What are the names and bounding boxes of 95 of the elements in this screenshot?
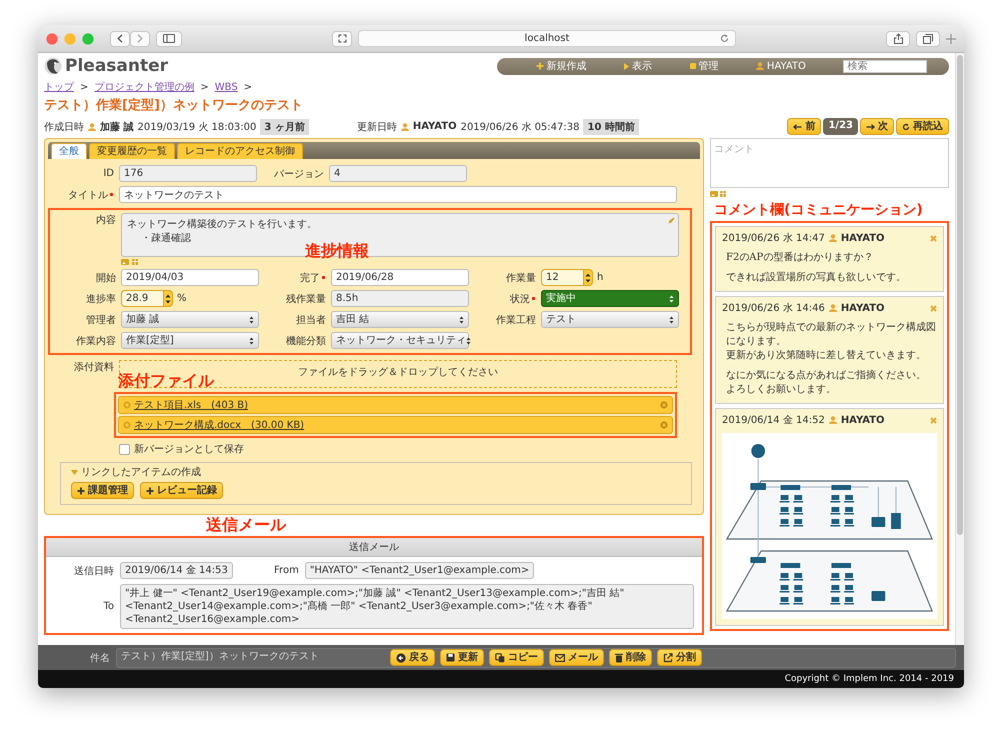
breadcrumb-separator: > xyxy=(244,82,252,92)
search-field[interactable]: 検索 xyxy=(843,60,928,72)
field-label: 担当者 xyxy=(296,314,326,326)
comment-author: HAYATO xyxy=(840,302,885,314)
action-button[interactable]: 更新 xyxy=(440,649,484,666)
comment-text: よろしくお願いします。 xyxy=(726,383,837,397)
breadcrumb-link[interactable]: プロジェクト管理の例 xyxy=(94,80,194,94)
field-label: 進捗率 xyxy=(86,292,116,306)
tab[interactable]: 変更履歴の一覧 xyxy=(89,143,175,159)
timestamp: 2019/03/19 火 18:03:00 xyxy=(137,120,256,134)
comment-text: できれば設置場所の写真も欲しいです。 xyxy=(726,271,907,285)
menu-item[interactable]: 表示 xyxy=(624,59,652,73)
annotation-label: 進捗情報 xyxy=(305,242,369,260)
field-label: 機能分類 xyxy=(286,334,326,348)
comment-date: 2019/06/14 金 14:52 xyxy=(722,414,825,427)
field-label: 完了 xyxy=(300,272,320,284)
create-button[interactable]: レビュー記録 xyxy=(140,482,223,499)
panel-header: 送信メール xyxy=(46,538,702,557)
drop-hint: ファイルをドラッグ＆ドロップしてください xyxy=(298,366,498,380)
next-button[interactable]: 次 xyxy=(860,118,894,135)
dropdown[interactable]: ネットワーク・セキュリティ xyxy=(331,332,469,349)
field-label: 開始 xyxy=(96,272,116,284)
field-label: 管理者 xyxy=(86,314,116,326)
dropdown[interactable]: テスト xyxy=(541,311,679,328)
field-label: 送信日時 xyxy=(74,564,114,578)
field-label: From xyxy=(274,565,299,576)
breadcrumb-separator: > xyxy=(200,82,209,92)
reload-button[interactable]: 再読込 xyxy=(896,118,949,135)
action-button[interactable]: コピー xyxy=(489,649,544,666)
dropdown[interactable]: 実施中 xyxy=(541,290,679,307)
record-title: テスト）作業[定型]）ネットワークのテスト xyxy=(44,96,304,114)
elapsed-time: 10 時間前 xyxy=(583,118,639,134)
field-label: 残作業量 xyxy=(286,292,326,306)
action-button[interactable]: 戻る xyxy=(390,649,435,666)
field-label: 作業量 xyxy=(506,272,536,284)
author-name: HAYATO xyxy=(412,121,457,132)
field-label: 作業工程 xyxy=(496,314,536,326)
previous-button[interactable]: 前 xyxy=(787,118,822,135)
field-label: バージョン xyxy=(274,168,324,180)
menu-item[interactable]: HAYATO xyxy=(756,60,806,72)
comment-date: 2019/06/26 水 14:47 xyxy=(722,232,825,245)
field-label: 添付資料 xyxy=(74,360,114,374)
annotation-label: 添付ファイル xyxy=(118,372,214,390)
file-link[interactable]: テスト項目.xls (403 B) xyxy=(134,398,248,412)
logo-text: Pleasanter xyxy=(65,56,168,76)
info-label: 更新日時 xyxy=(356,120,397,134)
comment-text: 更新があり次第随時に差し替えていきます。 xyxy=(726,349,927,363)
checkbox-label: 新バージョンとして保存 xyxy=(134,442,244,456)
comment-text: なにか気になる点があればご指摘ください。 xyxy=(726,369,927,383)
breadcrumb-link[interactable]: トップ xyxy=(44,80,74,94)
breadcrumb-link[interactable]: WBS xyxy=(214,82,238,92)
action-button[interactable]: メール xyxy=(549,649,604,666)
field-label: To xyxy=(103,601,114,612)
comment-author: HAYATO xyxy=(840,232,885,244)
field-label: 件名 xyxy=(89,652,110,664)
comment-author: HAYATO xyxy=(840,414,885,426)
comment-text: F2のAPの型番はわかりますか？ xyxy=(726,251,874,265)
comment-date: 2019/06/26 水 14:46 xyxy=(722,302,825,315)
dropdown[interactable]: 作業[定型] xyxy=(121,332,259,349)
copyright-text: Copyright © Implem Inc. 2014 - 2019 xyxy=(38,670,964,688)
author-name: 加藤 誠 xyxy=(100,120,134,134)
unit-label: h xyxy=(597,272,604,283)
menu-item[interactable]: 管理 xyxy=(690,59,719,73)
file-link[interactable]: ネットワーク構成.docx (30.00 KB) xyxy=(134,418,304,432)
address-bar[interactable]: localhost xyxy=(358,30,736,47)
tab[interactable]: レコードのアクセス制御 xyxy=(177,143,303,159)
create-button[interactable]: 課題管理 xyxy=(71,482,134,499)
unit-label: % xyxy=(177,293,187,304)
field-label: 内容 xyxy=(96,214,116,227)
dropdown[interactable]: 吉田 結 xyxy=(331,311,469,328)
breadcrumb-separator: > xyxy=(80,82,88,92)
comment-field[interactable]: コメント xyxy=(710,138,949,188)
annotation-label: コメント欄(コミュニケーション) xyxy=(714,201,923,219)
page-counter: 1/23 xyxy=(823,118,858,135)
action-button[interactable]: 削除 xyxy=(609,649,652,666)
timestamp: 2019/06/26 水 05:47:38 xyxy=(460,120,580,134)
annotation-label: 送信メール xyxy=(206,516,286,534)
text-field[interactable]: 2019/06/28 xyxy=(331,269,469,286)
menu-item[interactable]: 新規作成 xyxy=(536,59,587,73)
tab[interactable]: 全般 xyxy=(51,143,87,159)
field-label: 作業内容 xyxy=(76,334,116,348)
number-field[interactable]: 28.9 xyxy=(121,290,163,307)
field-label: ID xyxy=(103,168,114,179)
url-text: localhost xyxy=(524,33,570,44)
group-title: リンクしたアイテムの作成 xyxy=(81,466,201,479)
text-field[interactable]: 2019/04/03 xyxy=(121,269,259,286)
comment-text: こちらが現時点での最新のネットワーク構成図になります。 xyxy=(726,321,937,349)
number-field[interactable]: 12 xyxy=(541,269,583,286)
dropdown[interactable]: 加藤 誠 xyxy=(121,311,259,328)
field-label: タイトル xyxy=(68,188,108,202)
action-button[interactable]: 分割 xyxy=(657,649,702,666)
info-label: 作成日時 xyxy=(44,120,84,134)
text-field[interactable]: ネットワークのテスト xyxy=(119,186,677,203)
field-label: 状況 xyxy=(510,292,530,306)
elapsed-time: 3 ヶ月前 xyxy=(260,118,309,134)
